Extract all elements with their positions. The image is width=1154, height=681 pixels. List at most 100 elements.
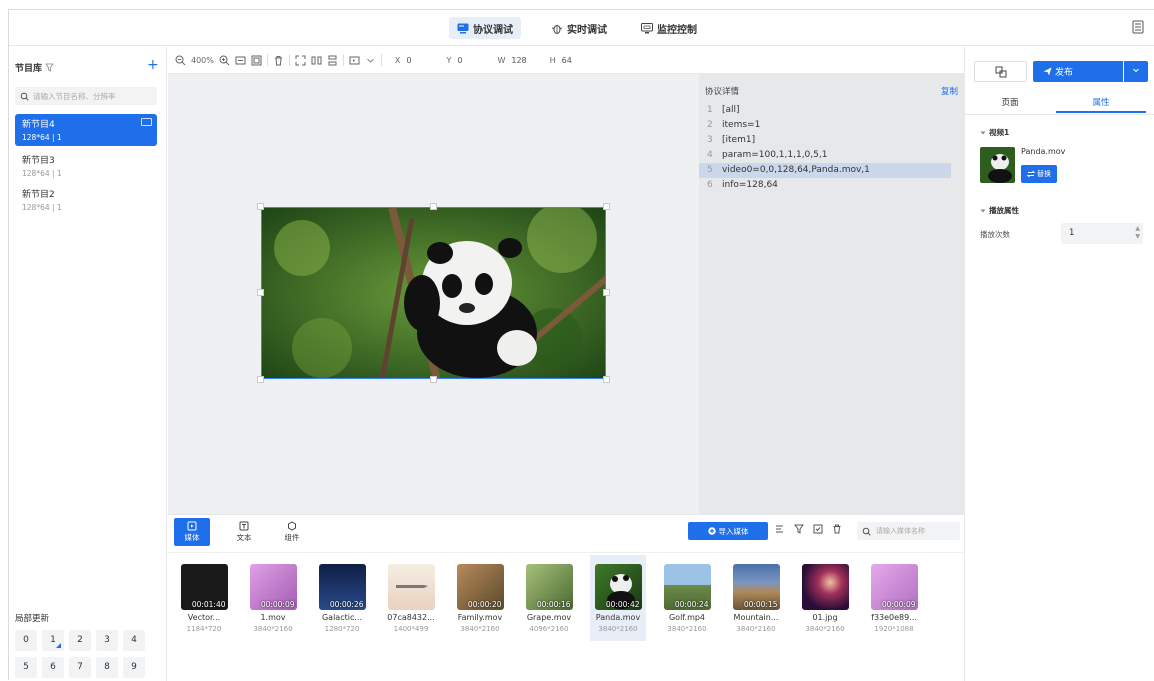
properties-panel: 发布 页面 属性 视频1 Panda.mov 替换 播放属性 播放次数 1 ▲ ▼	[964, 47, 1154, 681]
resize-handle[interactable]	[603, 289, 610, 296]
stepper-icon[interactable]: ▲ ▼	[1135, 225, 1140, 241]
delete-icon[interactable]	[832, 524, 842, 534]
partial-number-button[interactable]: 1	[42, 630, 64, 651]
y-value: 0	[457, 55, 463, 65]
layout-toggle-icon[interactable]	[1131, 20, 1145, 34]
tab-label: 实时调试	[567, 24, 607, 36]
text-tab[interactable]: 文本	[226, 518, 262, 546]
replace-label: 替换	[1037, 170, 1051, 178]
media-search-input[interactable]: 请输入媒体名称	[857, 522, 960, 540]
partial-number-button[interactable]: 8	[96, 657, 118, 678]
tab-page[interactable]: 页面	[965, 93, 1055, 113]
height-field[interactable]: H 64	[546, 52, 576, 69]
y-field[interactable]: Y0	[442, 52, 466, 69]
editor-canvas[interactable]	[168, 74, 699, 514]
partial-number-button[interactable]: 7	[69, 657, 91, 678]
x-field[interactable]: X0	[391, 52, 416, 69]
delete-icon[interactable]	[273, 55, 284, 66]
replace-button[interactable]: 替换	[1021, 165, 1057, 183]
width-field[interactable]: W 128	[493, 52, 530, 69]
w-label: W	[497, 55, 506, 65]
resize-handle[interactable]	[430, 203, 437, 210]
import-media-button[interactable]: 导入媒体	[688, 522, 768, 540]
publish-dropdown-button[interactable]	[1124, 61, 1148, 82]
media-size: 4096*2160	[529, 625, 569, 633]
media-item[interactable]: 00:01:40 Vector... 1184*720	[176, 555, 232, 641]
partial-number-button[interactable]: 0	[15, 630, 37, 651]
video-thumbnail	[980, 147, 1015, 183]
partial-number-button[interactable]: 4	[123, 630, 145, 651]
media-item[interactable]: 01.jpg 3840*2160	[797, 555, 853, 641]
media-item[interactable]: 00:00:26 Galactic... 1280*720	[314, 555, 370, 641]
resize-handle[interactable]	[257, 203, 264, 210]
publish-button[interactable]: 发布	[1033, 61, 1123, 82]
line-number: 5	[707, 165, 713, 175]
panda-video-element[interactable]	[261, 207, 606, 379]
program-item[interactable]: 新节目2 128*64 | 1	[15, 184, 157, 216]
video-section-header[interactable]: 视频1	[980, 127, 1009, 138]
play-section-header[interactable]: 播放属性	[980, 205, 1019, 216]
program-item[interactable]: 新节目3 128*64 | 1	[15, 150, 157, 182]
partial-update-grid: 0 1 2 3 4 5 6 7 8 9	[15, 630, 145, 678]
partial-number-button[interactable]: 3	[96, 630, 118, 651]
resize-handle[interactable]	[257, 289, 264, 296]
media-item[interactable]: 07ca8432... 1400*499	[383, 555, 439, 641]
play-count-input[interactable]: 1 ▲ ▼	[1061, 223, 1143, 244]
filter-icon[interactable]	[45, 63, 54, 72]
send-icon	[1043, 67, 1052, 76]
zoom-out-icon[interactable]	[175, 55, 186, 66]
fullscreen-icon[interactable]	[295, 55, 306, 66]
selected-marker-icon	[56, 643, 61, 648]
tab-monitor-control[interactable]: 监控控制	[633, 17, 705, 39]
play-section-title: 播放属性	[989, 206, 1019, 215]
media-item[interactable]: 00:00:20 Family.mov 3840*2160	[452, 555, 508, 641]
component-tab[interactable]: 组件	[274, 518, 310, 546]
airplane-icon	[395, 585, 428, 588]
tab-properties[interactable]: 属性	[1056, 93, 1146, 113]
media-thumbnail: 00:00:09	[870, 564, 918, 610]
align-vertical-icon[interactable]	[327, 55, 338, 66]
program-search-input[interactable]: 请输入节目名称、分辨率	[15, 87, 157, 105]
zoom-in-icon[interactable]	[219, 55, 230, 66]
align-horizontal-icon[interactable]	[311, 55, 322, 66]
program-item[interactable]: 新节目4 128*64 | 1	[15, 114, 157, 146]
media-duration: 00:00:09	[881, 600, 916, 609]
select-icon[interactable]	[813, 524, 823, 534]
panda-image	[262, 208, 605, 378]
media-item[interactable]: 00:00:09 f33e0e89... 1920*1088	[866, 555, 922, 641]
play-count-value: 1	[1069, 228, 1075, 238]
fit-width-icon[interactable]	[235, 55, 246, 66]
media-item[interactable]: 00:00:15 Mountain... 3840*2160	[728, 555, 784, 641]
media-tab[interactable]: 媒体	[174, 518, 210, 546]
media-item-selected[interactable]: 00:00:42 Panda.mov 3840*2160	[590, 555, 646, 641]
resize-handle[interactable]	[603, 203, 610, 210]
media-name: Golf.mp4	[668, 613, 706, 622]
partial-number-button[interactable]: 6	[42, 657, 64, 678]
tab-realtime-debug[interactable]: 实时调试	[543, 17, 615, 39]
tab-protocol-debug[interactable]: 协议调试	[449, 17, 521, 39]
partial-number-button[interactable]: 5	[15, 657, 37, 678]
media-item[interactable]: 00:00:09 1.mov 3840*2160	[245, 555, 301, 641]
add-program-button[interactable]: +	[147, 57, 159, 73]
media-size: 3840*2160	[736, 625, 776, 633]
media-size: 1920*1088	[874, 625, 914, 633]
filter-icon[interactable]	[794, 524, 804, 534]
protocol-line: 1 [all]	[699, 103, 959, 118]
media-item[interactable]: 00:00:16 Grape.mov 4096*2160	[521, 555, 577, 641]
fit-screen-icon[interactable]	[251, 55, 262, 66]
partial-number-button[interactable]: 2	[69, 630, 91, 651]
partial-number-button[interactable]: 9	[123, 657, 145, 678]
copy-button[interactable]: 复制	[941, 85, 958, 97]
resize-handle[interactable]	[430, 376, 437, 383]
media-item[interactable]: 00:00:24 Golf.mp4 3840*2160	[659, 555, 715, 641]
resize-handle[interactable]	[257, 376, 264, 383]
caret-down-icon	[980, 131, 986, 134]
resize-handle[interactable]	[603, 376, 610, 383]
program-info: 128*64 | 1	[22, 203, 62, 212]
preview-button[interactable]	[974, 61, 1027, 82]
import-label: 导入媒体	[718, 526, 749, 536]
plus-circle-icon	[707, 527, 716, 535]
layer-icon[interactable]	[349, 55, 360, 66]
sort-icon[interactable]	[775, 524, 785, 534]
chevron-down-icon[interactable]	[365, 55, 376, 66]
